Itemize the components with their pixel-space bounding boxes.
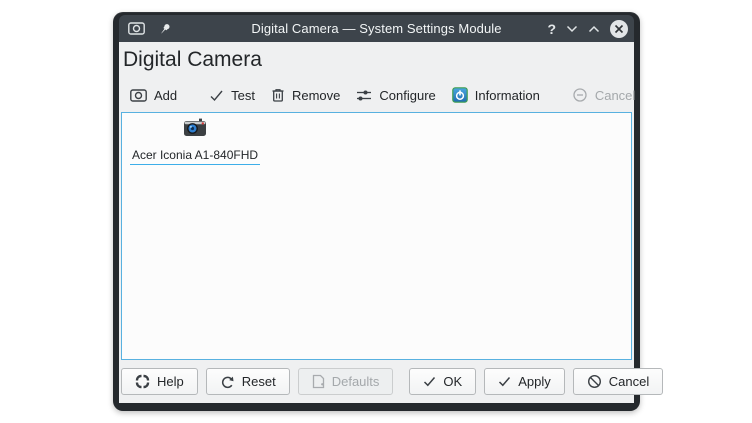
digital-camera-window: Digital Camera — System Settings Module …	[113, 12, 640, 411]
undo-icon	[220, 375, 235, 389]
information-button[interactable]: Information	[444, 82, 548, 108]
remove-button-label: Remove	[292, 88, 340, 103]
titlebar[interactable]: Digital Camera — System Settings Module …	[119, 15, 634, 42]
camera-list[interactable]: Acer Iconia A1-840FHD	[121, 112, 632, 360]
titlebar-left-icons	[128, 15, 172, 42]
document-revert-icon	[312, 374, 325, 389]
add-button-label: Add	[154, 88, 177, 103]
defaults-button-label: Defaults	[332, 374, 380, 389]
check-icon	[423, 376, 436, 387]
defaults-button: Defaults	[298, 368, 394, 395]
list-item[interactable]: Acer Iconia A1-840FHD	[124, 117, 266, 165]
test-button-label: Test	[231, 88, 255, 103]
minimize-icon[interactable]	[566, 25, 578, 33]
camera-item-label: Acer Iconia A1-840FHD	[130, 147, 260, 165]
cancel-button-label: Cancel	[609, 374, 649, 389]
add-button[interactable]: Add	[122, 83, 185, 108]
cancel-operation-button: Cancel	[564, 82, 643, 108]
configure-button[interactable]: Configure	[348, 83, 443, 108]
close-icon	[614, 24, 624, 34]
reset-button[interactable]: Reset	[206, 368, 290, 395]
desktop: { "window": { "title": "Digital Camera —…	[0, 0, 752, 423]
sliders-icon	[356, 89, 372, 102]
add-camera-icon	[130, 89, 147, 102]
camera-toolbar: Add Test	[120, 82, 633, 108]
apply-button-label: Apply	[518, 374, 551, 389]
apply-button[interactable]: Apply	[484, 368, 565, 395]
page-title: Digital Camera	[120, 43, 633, 74]
cancel-circle-icon	[572, 87, 588, 103]
help-button-label: Help	[157, 374, 184, 389]
ok-button-label: OK	[443, 374, 462, 389]
reset-button-label: Reset	[242, 374, 276, 389]
help-button[interactable]: Help	[121, 368, 198, 395]
trash-icon	[271, 88, 285, 102]
information-button-label: Information	[475, 88, 540, 103]
camera-app-icon	[128, 22, 145, 35]
cancel-button[interactable]: Cancel	[573, 368, 663, 395]
maximize-icon[interactable]	[588, 25, 600, 33]
ok-button[interactable]: OK	[409, 368, 476, 395]
module-content: Digital Camera Add Test	[119, 42, 634, 403]
titlebar-right-buttons: ?	[547, 15, 628, 42]
cancel-operation-label: Cancel	[595, 88, 635, 103]
camera-icon	[181, 117, 209, 139]
dialog-button-bar: Help Reset Defaults	[120, 360, 633, 403]
check-icon	[498, 376, 511, 387]
test-button[interactable]: Test	[201, 83, 263, 108]
help-icon	[135, 374, 150, 389]
window-help-button[interactable]: ?	[547, 22, 556, 36]
remove-button[interactable]: Remove	[263, 83, 348, 108]
close-button[interactable]	[610, 20, 628, 38]
check-icon	[209, 89, 224, 102]
information-icon	[452, 87, 468, 103]
no-entry-icon	[587, 374, 602, 389]
pin-icon[interactable]	[158, 22, 172, 36]
configure-button-label: Configure	[379, 88, 435, 103]
